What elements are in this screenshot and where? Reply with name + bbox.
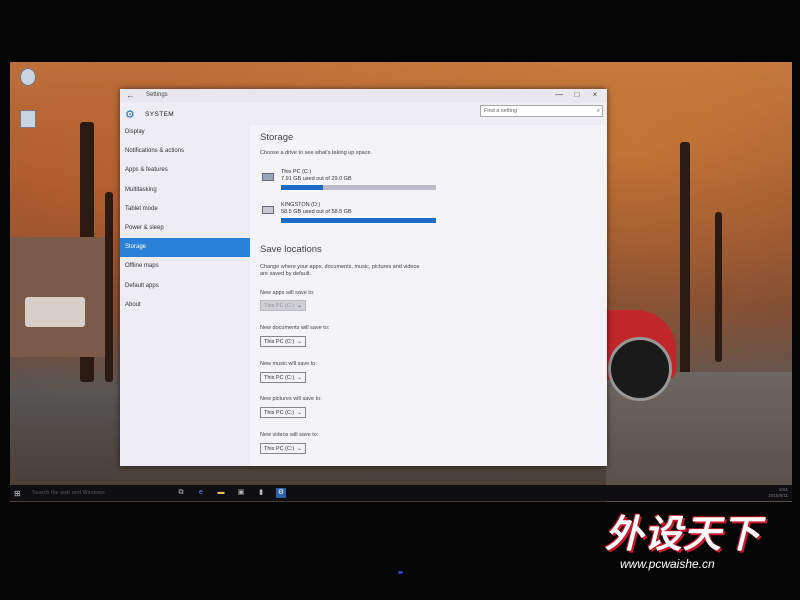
music-save-label: New music will save to: [260,361,317,367]
drive-usage: 7.91 GB used out of 29.0 GB [281,176,352,182]
taskbar: ⊞ Search the web and Windows ⧉ e ▬ ▣ ▮ ⚙… [10,485,792,501]
sidebar-item-about[interactable]: About [120,296,250,315]
taskbar-search[interactable]: Search the web and Windows [32,490,105,496]
recycle-bin-icon[interactable] [20,68,36,86]
chevron-down-icon: ⌄ [296,375,302,381]
videos-save-dropdown[interactable]: This PC (C:) ⌄ [260,443,306,454]
sidebar-item-apps-features[interactable]: Apps & features [120,161,250,180]
chevron-down-icon: ⌄ [296,446,302,452]
car-wheel [608,337,672,401]
sidebar-item-tablet-mode[interactable]: Tablet mode [120,200,250,219]
pictures-save-dropdown[interactable]: This PC (C:) ⌄ [260,407,306,418]
chevron-down-icon: ⌄ [296,303,302,309]
mouse-cursor-icon: ↖ [528,252,536,262]
sidebar-item-default-apps[interactable]: Default apps [120,277,250,296]
drive-item-c[interactable]: This PC (C:) 7.91 GB used out of 29.0 GB [260,169,440,199]
drive-usage-bar [281,218,436,223]
tree-trunk [680,142,690,382]
sidebar-item-offline-maps[interactable]: Offline maps [120,257,250,276]
dropdown-value: This PC (C:) [264,446,295,452]
title-bar[interactable]: ← Settings — □ × [120,89,607,103]
chevron-down-icon: ⌄ [296,339,302,345]
tree-trunk [715,212,722,362]
settings-window: ← Settings — □ × ⚙ SYSTEM Find a setting… [120,89,607,466]
settings-app-icon[interactable]: ⚙ [276,488,286,498]
sidebar-item-multitasking[interactable]: Multitasking [120,181,250,200]
documents-save-dropdown[interactable]: This PC (C:) ⌄ [260,336,306,347]
edge-icon[interactable]: e [196,488,206,498]
sidebar-item-display[interactable]: Display [120,123,250,142]
save-locations-description-2: are saved by default. [260,271,312,277]
house-sign [25,297,85,327]
section-header: ⚙ SYSTEM [120,105,250,125]
apps-save-dropdown: This PC (C:) ⌄ [260,300,306,311]
store-icon[interactable]: ▣ [236,488,246,498]
search-icon: ⌕ [596,108,600,114]
sidebar-item-storage[interactable]: Storage [120,238,250,258]
close-button[interactable]: × [588,90,602,99]
drive-usage-fill [281,185,323,190]
content-pane: Storage Choose a drive to see what's tak… [250,125,607,466]
maximize-button[interactable]: □ [570,90,584,99]
videos-save-label: New videos will save to: [260,432,319,438]
apps-save-label: New apps will save to: [260,290,315,296]
tree-trunk [105,192,113,382]
sidebar-item-notifications[interactable]: Notifications & actions [120,142,250,161]
dropdown-value: This PC (C:) [264,339,295,345]
usb-drive-icon [262,206,274,214]
bookmark-icon[interactable]: ▮ [256,488,266,498]
minimize-button[interactable]: — [552,90,566,99]
search-placeholder: Find a setting [484,108,518,114]
watermark-brand: 外设天下 [605,514,762,556]
sidebar: Display Notifications & actions Apps & f… [120,123,250,315]
clock-date: 2015/8/11 [768,493,788,498]
drive-name: This PC (C:) [281,169,312,175]
gear-icon: ⚙ [125,109,135,121]
dropdown-value: This PC (C:) [264,410,295,416]
storage-heading: Storage [260,132,294,143]
dropdown-value: This PC (C:) [264,375,295,381]
system-clock[interactable]: 8:51 2015/8/11 [768,487,788,499]
window-title: Settings [146,92,168,98]
back-arrow-icon[interactable]: ← [126,90,135,100]
drive-usage-fill [281,218,436,223]
desktop-file-icon[interactable] [20,110,36,128]
music-save-dropdown[interactable]: This PC (C:) ⌄ [260,372,306,383]
search-input[interactable]: Find a setting ⌕ [480,105,603,117]
pc-drive-icon [262,173,274,181]
documents-save-label: New documents will save to: [260,325,330,331]
dropdown-value: This PC (C:) [264,303,295,309]
drive-item-d[interactable]: KINGSTON (D:) 58.5 GB used out of 58.5 G… [260,202,440,232]
sidebar-item-power-sleep[interactable]: Power & sleep [120,219,250,238]
drive-name: KINGSTON (D:) [281,202,321,208]
watermark-url: www.pcwaishe.cn [620,557,715,571]
drive-usage: 58.5 GB used out of 58.5 GB [281,209,352,215]
storage-description: Choose a drive to see what's taking up s… [260,150,373,156]
file-explorer-icon[interactable]: ▬ [216,488,226,498]
task-view-icon[interactable]: ⧉ [176,488,186,498]
section-title: SYSTEM [145,111,175,118]
pictures-save-label: New pictures will save to: [260,396,322,402]
save-locations-description-1: Change where your apps, documents, music… [260,264,420,270]
monitor-power-led [398,571,403,574]
chevron-down-icon: ⌄ [296,410,302,416]
drive-usage-bar [281,185,436,190]
start-button-icon[interactable]: ⊞ [14,489,21,498]
save-locations-heading: Save locations [260,244,322,255]
